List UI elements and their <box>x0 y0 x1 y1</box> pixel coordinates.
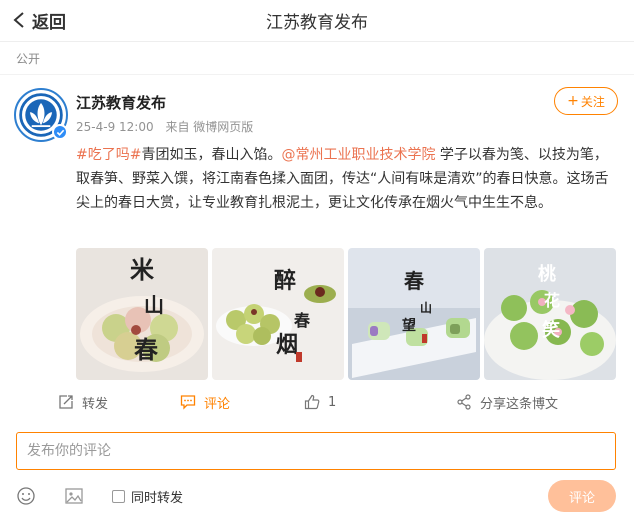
image-2-caption-1: 醉 <box>274 268 296 294</box>
top-bar: 返回 江苏教育发布 <box>0 0 634 42</box>
plus-icon: + <box>567 93 579 109</box>
emoji-icon[interactable] <box>16 486 36 506</box>
repost-label: 转发 <box>82 396 109 412</box>
comment-input[interactable] <box>16 432 616 470</box>
image-grid: 米 山 春 醉 春 烟 春 山 望 桃 花 笑 <box>76 248 618 380</box>
like-count: 1 <box>328 394 337 410</box>
checkbox-box[interactable] <box>112 490 125 503</box>
comment-label: 评论 <box>204 396 231 412</box>
post-source: 来自 微博网页版 <box>165 120 254 134</box>
hashtag-link[interactable]: #吃了吗# <box>76 147 141 163</box>
verified-badge-icon <box>52 124 68 140</box>
divider <box>0 74 634 75</box>
post-date[interactable]: 25-4-9 12:00 <box>76 120 154 134</box>
image-1-caption-3: 春 <box>134 335 158 364</box>
repost-checkbox-label: 同时转发 <box>131 491 184 506</box>
image-icon[interactable] <box>64 486 84 506</box>
image-2-caption-2: 春 <box>293 311 311 330</box>
comment-button[interactable]: 评论 <box>180 388 230 416</box>
image-1-caption-1: 米 <box>130 255 154 284</box>
image-1-caption-2: 山 <box>144 293 164 317</box>
follow-label: 关注 <box>580 94 605 109</box>
repost-icon <box>59 395 73 409</box>
image-3-caption-2: 山 <box>420 300 432 315</box>
image-2-caption-3: 烟 <box>276 332 298 358</box>
submit-comment-button[interactable]: 评论 <box>548 480 616 512</box>
post-image-3[interactable]: 春 山 望 <box>348 248 480 380</box>
comment-icon <box>180 395 196 410</box>
post-image-2[interactable]: 醉 春 烟 <box>212 248 344 380</box>
repost-button[interactable]: 转发 <box>58 388 108 416</box>
visibility-label: 公开 <box>16 52 41 66</box>
post-content: #吃了吗#青团如玉，春山入馅。@常州工业职业技术学院 学子以春为笺、以技为笔，取… <box>76 143 616 215</box>
share-button[interactable]: 分享这条博文 <box>456 388 558 416</box>
image-3-caption-3: 望 <box>402 317 416 334</box>
image-4-caption-2: 花 <box>544 291 560 310</box>
repost-checkbox[interactable]: 同时转发 <box>112 487 183 506</box>
action-bar: 转发 评论 1 分享这条博文 <box>0 388 634 416</box>
like-button[interactable]: 1 <box>304 388 336 416</box>
post-meta: 25-4-9 12:00 来自 微博网页版 <box>76 118 261 135</box>
mention-link[interactable]: @常州工业职业技术学院 <box>281 147 435 163</box>
follow-button[interactable]: + 关注 <box>554 87 618 115</box>
thumbs-up-icon <box>304 394 320 410</box>
image-4-caption-1: 桃 <box>538 263 556 285</box>
post-text-1: 青团如玉，春山入馅。 <box>141 147 282 163</box>
author-name[interactable]: 江苏教育发布 <box>76 92 166 113</box>
page-title: 江苏教育发布 <box>266 13 368 33</box>
share-icon <box>457 394 471 410</box>
post-image-1[interactable]: 米 山 春 <box>76 248 208 380</box>
image-4-caption-3: 笑 <box>542 319 560 341</box>
post-image-4[interactable]: 桃 花 笑 <box>484 248 616 380</box>
image-3-caption-1: 春 <box>403 269 425 293</box>
share-label: 分享这条博文 <box>480 396 559 412</box>
